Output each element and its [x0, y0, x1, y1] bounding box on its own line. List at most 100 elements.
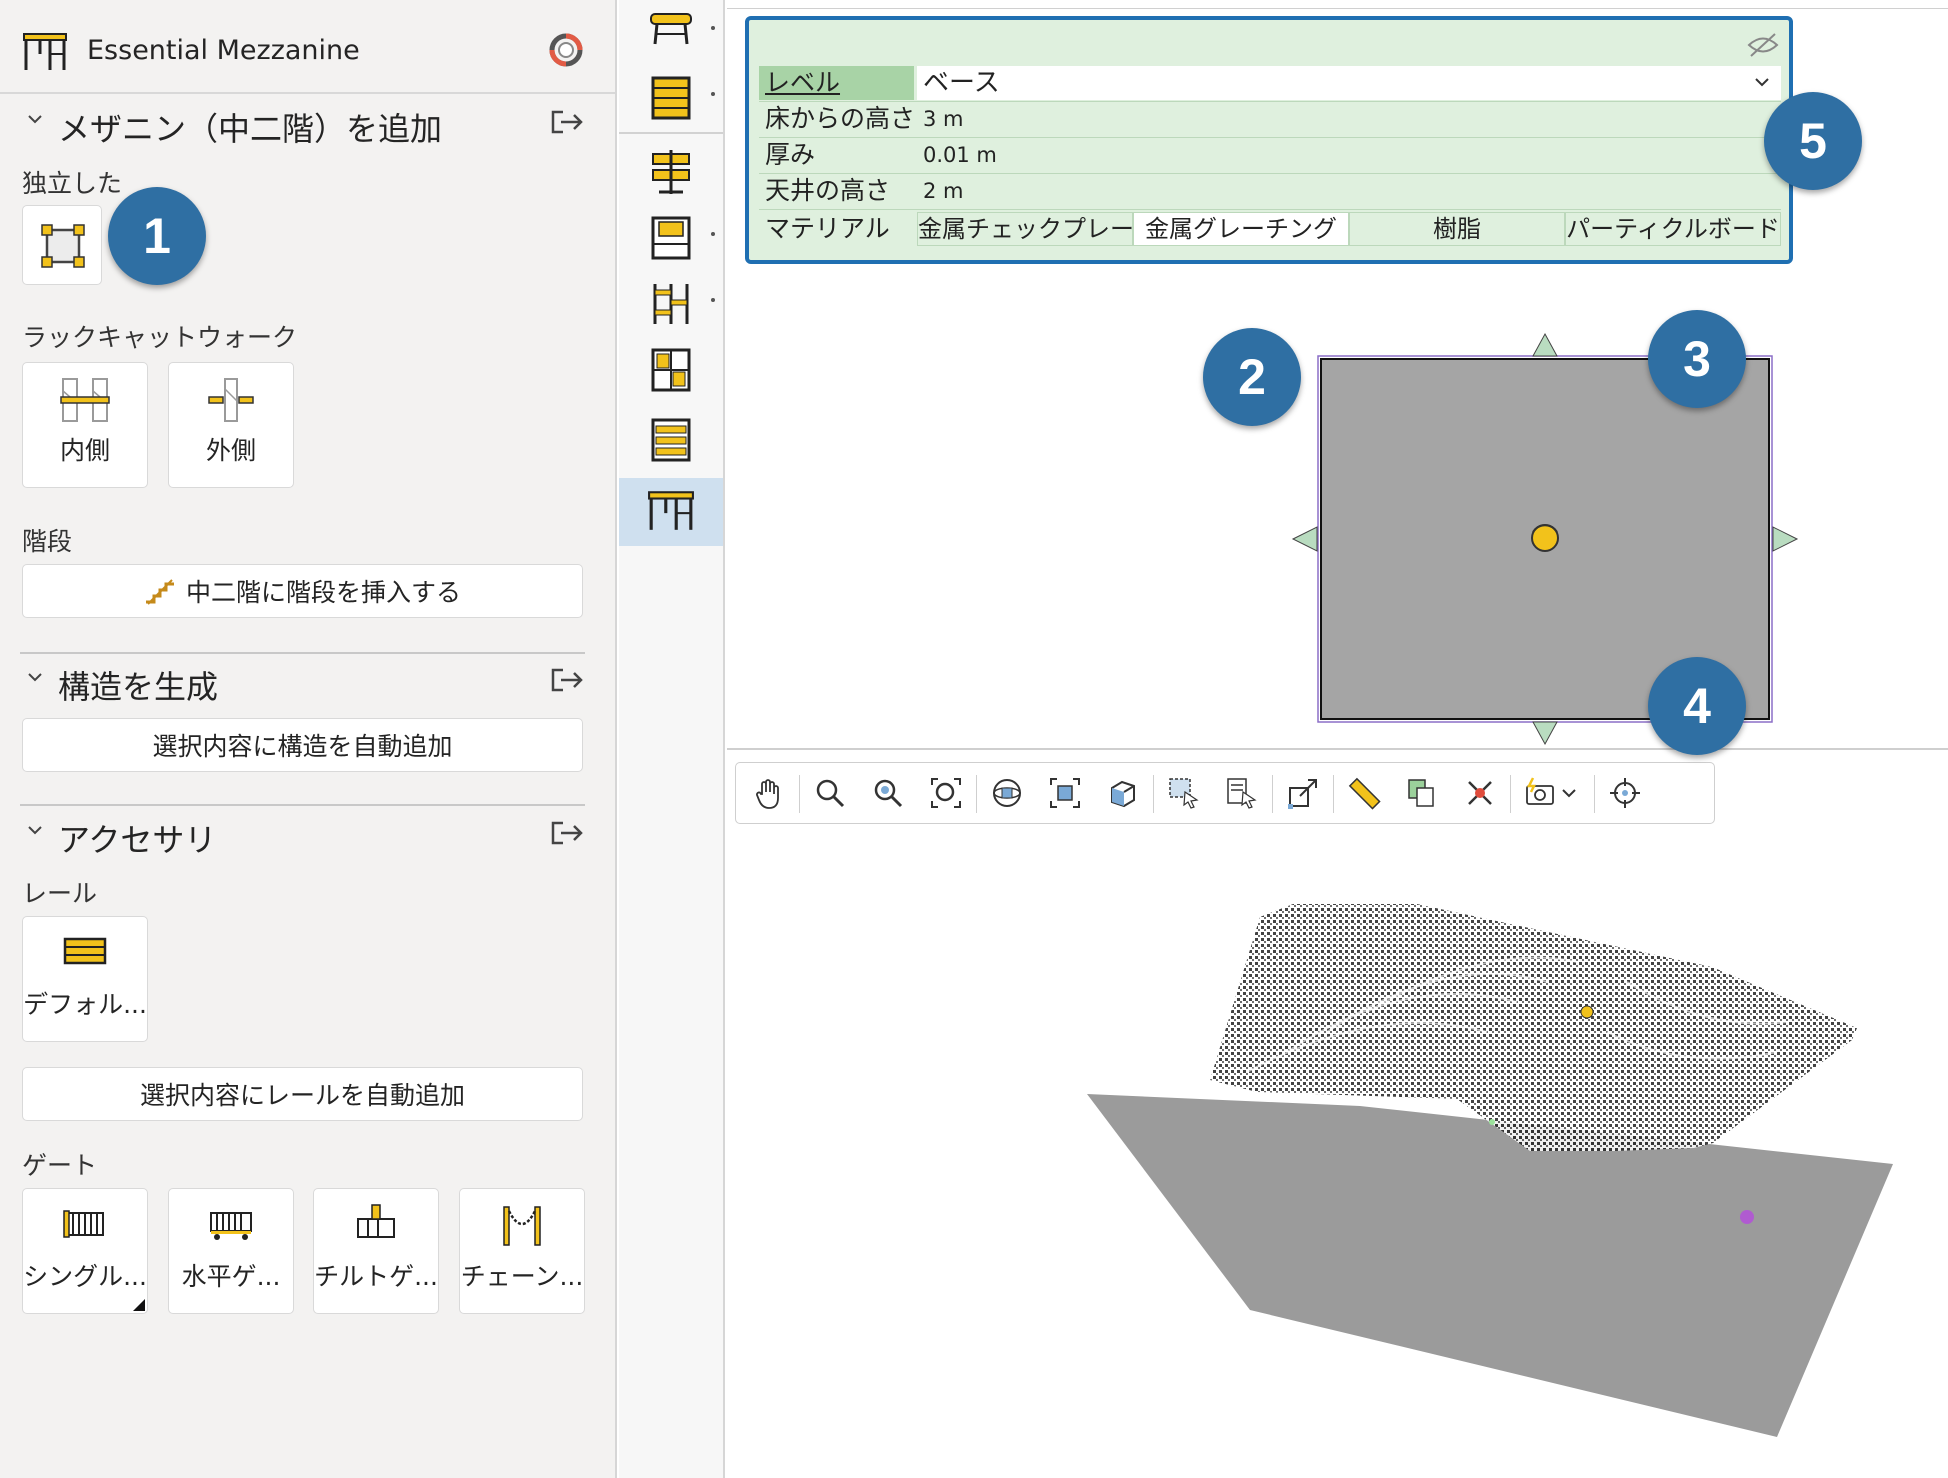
thickness-value[interactable]: 0.01 m — [917, 138, 1781, 172]
export-icon[interactable] — [549, 819, 585, 847]
3d-view[interactable] — [727, 752, 1948, 1478]
gate-chain-button[interactable]: チェーン... — [459, 1188, 585, 1314]
resize-handle-left[interactable] — [1291, 526, 1318, 552]
callout-2: 2 — [1203, 328, 1301, 426]
export-icon[interactable] — [549, 108, 585, 136]
pallet-rack-icon — [651, 348, 691, 392]
strip-mezzanine-button[interactable] — [619, 478, 723, 546]
material-option-grating[interactable]: 金属グレーチング — [1133, 212, 1349, 246]
single-gate-icon — [63, 1210, 104, 1238]
floor-marker — [1740, 1210, 1754, 1224]
chevron-down-icon[interactable] — [1753, 74, 1771, 90]
insert-stairs-label: 中二階に階段を挿入する — [185, 578, 461, 607]
rack-outside-label: 外側 — [205, 436, 256, 465]
gate-horizontal-label: 水平ゲ... — [181, 1262, 281, 1291]
section-accessories[interactable]: アクセサリ — [20, 815, 585, 859]
zoom-selection-icon[interactable] — [871, 776, 905, 810]
gate-single-button[interactable]: シングル... — [22, 1188, 148, 1314]
insert-stairs-button[interactable]: 中二階に階段を挿入する — [22, 564, 583, 618]
chevron-down-icon[interactable] — [24, 819, 46, 841]
resize-handle-top[interactable] — [1532, 332, 1558, 357]
cabinet-icon — [651, 216, 691, 260]
rack-outside-button[interactable]: 外側 — [168, 362, 294, 488]
strip-drawer-button[interactable] — [619, 408, 723, 472]
more-dot-icon — [711, 92, 715, 96]
camera-snapshot-icon[interactable] — [1524, 776, 1558, 810]
select-list-icon[interactable] — [1225, 776, 1259, 810]
callout-4: 4 — [1648, 657, 1746, 755]
gate-tilt-label: チルトゲ... — [314, 1262, 438, 1291]
strip-column-button[interactable] — [619, 140, 723, 204]
property-row-material: マテリアル 金属チェックプレート 金属グレーチング 樹脂 パーティクルボード — [759, 212, 1781, 246]
strip-separator — [619, 132, 723, 134]
app-title: Essential Mezzanine — [87, 35, 360, 66]
material-key: マテリアル — [765, 214, 890, 243]
panel-header: Essential Mezzanine — [0, 0, 615, 94]
ceiling-value[interactable]: 2 m — [917, 174, 1781, 208]
strip-pallet-rack-button[interactable] — [619, 338, 723, 402]
view-toolbar — [735, 762, 1715, 824]
pan-hand-icon[interactable] — [752, 776, 786, 810]
toolbar-separator — [1272, 775, 1273, 813]
callout-1: 1 — [108, 187, 206, 285]
chevron-down-icon[interactable] — [1559, 776, 1579, 810]
callout-3: 3 — [1648, 310, 1746, 408]
view-cube-icon[interactable] — [1106, 776, 1140, 810]
section-add-mezzanine[interactable]: メザニン（中二階）を追加 — [20, 104, 585, 148]
3d-canvas[interactable] — [727, 752, 1948, 1478]
ladder-rack-icon — [653, 284, 689, 324]
resize-handle-right[interactable] — [1772, 526, 1799, 552]
section-generate-structure[interactable]: 構造を生成 — [20, 662, 585, 706]
export-icon[interactable] — [549, 666, 585, 694]
auto-add-rail-label: 選択内容にレールを自動追加 — [139, 1081, 465, 1110]
strip-shelf-button[interactable] — [619, 66, 723, 130]
delete-icon[interactable] — [1463, 776, 1497, 810]
gate-horizontal-button[interactable]: 水平ゲ... — [168, 1188, 294, 1314]
rail-default-button[interactable]: デフォル... — [22, 916, 148, 1042]
row-divider — [759, 209, 1781, 210]
gate-single-label: シングル... — [23, 1262, 147, 1291]
orbit-icon[interactable] — [990, 776, 1024, 810]
strip-cabinet-button[interactable] — [619, 206, 723, 270]
visibility-off-icon[interactable] — [1747, 32, 1779, 58]
rack-inside-button[interactable]: 内側 — [22, 362, 148, 488]
material-option-particle-board[interactable]: パーティクルボード — [1565, 212, 1781, 246]
material-option-checker-plate[interactable]: 金属チェックプレート — [917, 212, 1158, 246]
mezzanine-icon — [648, 491, 694, 530]
property-row-height: 床からの高さ 3 m — [759, 102, 1781, 136]
tilt-gate-icon — [357, 1204, 395, 1238]
toolbar-separator — [799, 775, 800, 813]
auto-add-structure-button[interactable]: 選択内容に構造を自動追加 — [22, 718, 583, 772]
gate-chain-label: チェーン... — [460, 1262, 584, 1291]
level-select[interactable]: ベース — [917, 66, 1781, 100]
transform-icon[interactable] — [1286, 776, 1320, 810]
standalone-mezzanine-button[interactable] — [22, 205, 102, 285]
tool-strip — [619, 0, 725, 1478]
rail-icon — [63, 937, 107, 965]
rail-label: レール — [22, 879, 98, 908]
rack-inside-label: 内側 — [59, 436, 110, 465]
lifebuoy-icon[interactable] — [548, 32, 584, 68]
chevron-down-icon[interactable] — [24, 666, 46, 688]
strip-ladder-button[interactable] — [619, 272, 723, 336]
auto-add-rail-button[interactable]: 選択内容にレールを自動追加 — [22, 1067, 583, 1121]
strip-conveyor-button[interactable] — [619, 0, 723, 64]
rail-default-label: デフォル... — [23, 990, 147, 1019]
measure-ruler-icon[interactable] — [1347, 776, 1381, 810]
gate-tilt-button[interactable]: チルトゲ... — [313, 1188, 439, 1314]
focus-target-icon[interactable] — [1608, 776, 1642, 810]
chain-gate-icon — [503, 1206, 541, 1246]
height-value[interactable]: 3 m — [917, 102, 1781, 136]
resize-handle-bottom[interactable] — [1532, 721, 1558, 746]
fit-view-icon[interactable] — [1048, 776, 1082, 810]
chevron-down-icon[interactable] — [24, 108, 46, 130]
material-option-resin[interactable]: 樹脂 — [1349, 212, 1565, 246]
stairs-label: 階段 — [22, 527, 73, 556]
more-dot-icon — [711, 232, 715, 236]
callout-5: 5 — [1764, 92, 1862, 190]
select-box-icon[interactable] — [1167, 776, 1201, 810]
zoom-extents-icon[interactable] — [929, 776, 963, 810]
mezzanine-icon — [23, 33, 67, 70]
copy-paste-icon[interactable] — [1405, 776, 1439, 810]
zoom-icon[interactable] — [813, 776, 847, 810]
